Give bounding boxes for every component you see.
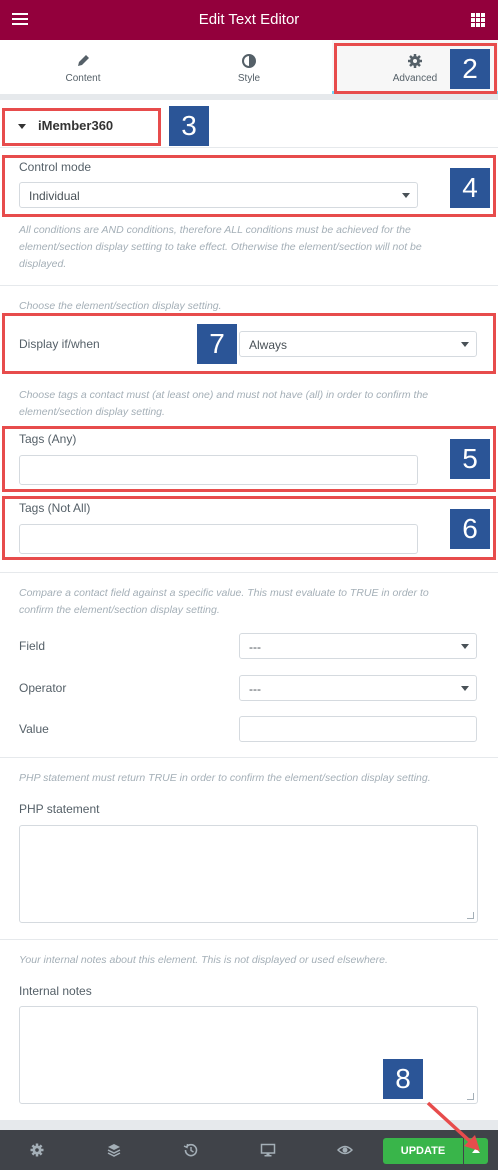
conditions-description: All conditions are AND conditions, there… — [19, 224, 422, 270]
tab-content[interactable]: Content — [0, 40, 166, 94]
annotation-badge-5: 5 — [450, 439, 490, 479]
tab-content-label: Content — [65, 73, 101, 84]
field-label: Field — [19, 639, 46, 653]
tab-style-label: Style — [237, 73, 261, 84]
settings-gear-icon[interactable] — [29, 1142, 45, 1158]
annotation-box-6 — [2, 496, 496, 560]
annotation-box-3 — [2, 108, 161, 146]
annotation-badge-4: 4 — [450, 168, 490, 208]
settings-panel: iMember360 Control mode Individual All c… — [0, 100, 498, 1120]
value-label: Value — [19, 722, 49, 736]
operator-label: Operator — [19, 681, 67, 695]
annotation-badge-8: 8 — [383, 1059, 423, 1099]
php-label: PHP statement — [19, 802, 100, 816]
field-description: Compare a contact field against a specif… — [19, 587, 429, 616]
annotation-badge-3: 3 — [169, 106, 209, 146]
operator-select[interactable]: --- — [239, 675, 477, 701]
resize-handle-icon[interactable] — [467, 912, 474, 919]
desktop-responsive-icon[interactable] — [260, 1142, 276, 1158]
php-description: PHP statement must return TRUE in order … — [19, 772, 431, 784]
php-textarea[interactable] — [19, 825, 478, 923]
annotation-box-7 — [2, 313, 496, 374]
pencil-icon — [78, 55, 89, 66]
history-icon[interactable] — [183, 1142, 199, 1158]
notes-label: Internal notes — [19, 984, 92, 998]
value-input[interactable] — [239, 716, 477, 742]
widgets-grid-icon[interactable] — [471, 13, 485, 27]
half-circle-icon — [242, 54, 256, 68]
annotation-badge-6: 6 — [450, 509, 490, 549]
layers-icon[interactable] — [106, 1142, 122, 1158]
annotation-box-4 — [2, 155, 496, 217]
divider — [0, 757, 498, 758]
annotation-box-5 — [2, 426, 496, 492]
preview-eye-icon[interactable] — [337, 1142, 353, 1158]
tags-description: Choose tags a contact must (at least one… — [19, 389, 429, 418]
tab-style[interactable]: Style — [166, 40, 332, 94]
top-bar: Edit Text Editor — [0, 0, 498, 40]
divider — [0, 285, 498, 286]
annotation-arrow-icon — [426, 1101, 480, 1151]
divider — [0, 939, 498, 940]
panel-title: Edit Text Editor — [198, 11, 300, 28]
divider — [0, 572, 498, 573]
field-select[interactable]: --- — [239, 633, 477, 659]
notes-description: Your internal notes about this element. … — [19, 954, 388, 966]
annotation-badge-2: 2 — [450, 49, 490, 89]
annotation-badge-7: 7 — [197, 324, 237, 364]
